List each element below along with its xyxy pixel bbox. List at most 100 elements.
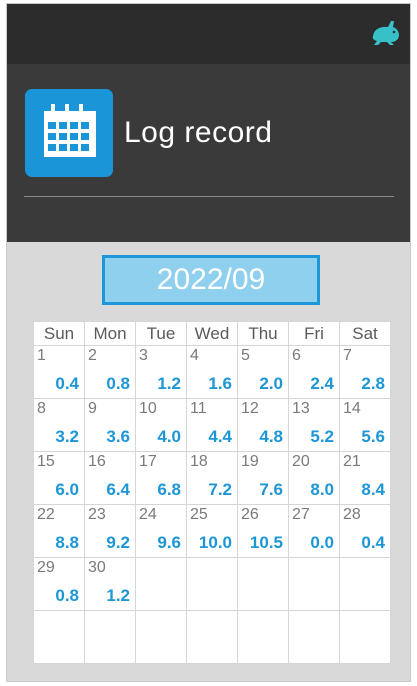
- weekday-sat: Sat: [339, 321, 391, 346]
- day-value: 2.0: [259, 374, 283, 393]
- app-frame: Log record 2022/09 Sun Mon Tue Wed Thu F…: [6, 3, 411, 682]
- day-number: 30: [88, 559, 106, 576]
- calendar-empty-cell: [135, 610, 187, 664]
- calendar-empty-cell: [186, 557, 238, 611]
- day-value: 5.2: [310, 427, 334, 446]
- calendar-day-cell[interactable]: 26 10.5: [237, 504, 289, 558]
- weekday-fri: Fri: [288, 321, 340, 346]
- calendar-day-cell[interactable]: 16 6.4: [84, 451, 136, 505]
- day-number: 16: [88, 453, 106, 470]
- day-value: 6.4: [106, 480, 130, 499]
- calendar-day-cell[interactable]: 17 6.8: [135, 451, 187, 505]
- calendar-day-cell[interactable]: 24 9.6: [135, 504, 187, 558]
- day-number: 15: [37, 453, 55, 470]
- day-value: 6.0: [55, 480, 79, 499]
- calendar-week-row: 29 0.8 30 1.2: [33, 557, 391, 611]
- top-bar: [7, 4, 410, 64]
- day-value: 4.8: [259, 427, 283, 446]
- day-value: 4.0: [157, 427, 181, 446]
- day-number: 8: [37, 400, 46, 417]
- calendar-day-cell[interactable]: 23 9.2: [84, 504, 136, 558]
- calendar-day-cell[interactable]: 7 2.8: [339, 345, 391, 399]
- day-number: 21: [343, 453, 361, 470]
- day-number: 17: [139, 453, 157, 470]
- calendar-day-cell[interactable]: 5 2.0: [237, 345, 289, 399]
- calendar-day-cell[interactable]: 29 0.8: [33, 557, 85, 611]
- day-number: 27: [292, 506, 310, 523]
- calendar-empty-cell: [135, 557, 187, 611]
- calendar-week-row: 22 8.8 23 9.2 24 9.6 25 10.0 26 10.5 27 0.0 28 0.4: [33, 504, 391, 558]
- day-value: 0.4: [361, 533, 385, 552]
- day-number: 2: [88, 347, 97, 364]
- calendar-day-cell[interactable]: 3 1.2: [135, 345, 187, 399]
- day-value: 8.0: [310, 480, 334, 499]
- day-value: 3.6: [106, 427, 130, 446]
- day-number: 1: [37, 347, 46, 364]
- month-selector-button[interactable]: 2022/09: [102, 255, 320, 305]
- calendar-icon: [25, 89, 113, 177]
- calendar-day-cell[interactable]: 12 4.8: [237, 398, 289, 452]
- calendar-week-row: [33, 610, 391, 664]
- day-value: 10.5: [249, 533, 283, 552]
- calendar-day-cell[interactable]: 22 8.8: [33, 504, 85, 558]
- day-number: 29: [37, 559, 55, 576]
- weekday-tue: Tue: [135, 321, 187, 346]
- calendar-empty-cell: [84, 610, 136, 664]
- day-number: 5: [241, 347, 250, 364]
- weekday-mon: Mon: [84, 321, 136, 346]
- calendar-day-cell[interactable]: 4 1.6: [186, 345, 238, 399]
- calendar-day-cell[interactable]: 25 10.0: [186, 504, 238, 558]
- calendar-day-cell[interactable]: 1 0.4: [33, 345, 85, 399]
- calendar-week-row: 1 0.4 2 0.8 3 1.2 4 1.6 5 2.0 6 2.4 7 2.8: [33, 345, 391, 399]
- calendar-day-cell[interactable]: 20 8.0: [288, 451, 340, 505]
- calendar-empty-cell: [339, 557, 391, 611]
- day-number: 3: [139, 347, 148, 364]
- day-value: 8.8: [55, 533, 79, 552]
- day-number: 26: [241, 506, 259, 523]
- calendar-day-cell[interactable]: 8 3.2: [33, 398, 85, 452]
- calendar-day-cell[interactable]: 30 1.2: [84, 557, 136, 611]
- calendar-empty-cell: [339, 610, 391, 664]
- calendar-empty-cell: [186, 610, 238, 664]
- calendar-empty-cell: [237, 610, 289, 664]
- day-number: 24: [139, 506, 157, 523]
- day-number: 4: [190, 347, 199, 364]
- day-number: 6: [292, 347, 301, 364]
- rabbit-logo-icon: [372, 21, 399, 45]
- calendar-day-cell[interactable]: 15 6.0: [33, 451, 85, 505]
- calendar-day-cell[interactable]: 6 2.4: [288, 345, 340, 399]
- day-number: 7: [343, 347, 352, 364]
- calendar-day-cell[interactable]: 10 4.0: [135, 398, 187, 452]
- weekday-header-row: Sun Mon Tue Wed Thu Fri Sat: [33, 321, 391, 346]
- day-value: 0.8: [106, 374, 130, 393]
- weekday-sun: Sun: [33, 321, 85, 346]
- calendar-day-cell[interactable]: 11 4.4: [186, 398, 238, 452]
- calendar-day-cell[interactable]: 27 0.0: [288, 504, 340, 558]
- header-divider: [24, 196, 394, 197]
- calendar-day-cell[interactable]: 28 0.4: [339, 504, 391, 558]
- day-number: 20: [292, 453, 310, 470]
- day-value: 1.6: [208, 374, 232, 393]
- calendar-day-cell[interactable]: 2 0.8: [84, 345, 136, 399]
- day-value: 8.4: [361, 480, 385, 499]
- calendar-day-cell[interactable]: 9 3.6: [84, 398, 136, 452]
- calendar-day-cell[interactable]: 18 7.2: [186, 451, 238, 505]
- calendar-empty-cell: [33, 610, 85, 664]
- day-value: 9.2: [106, 533, 130, 552]
- day-value: 0.8: [55, 586, 79, 605]
- day-number: 11: [190, 400, 207, 417]
- calendar-day-cell[interactable]: 14 5.6: [339, 398, 391, 452]
- day-number: 13: [292, 400, 310, 417]
- page-header: Log record: [7, 64, 410, 242]
- calendar-day-cell[interactable]: 21 8.4: [339, 451, 391, 505]
- page-title: Log record: [124, 116, 273, 149]
- calendar-day-cell[interactable]: 19 7.6: [237, 451, 289, 505]
- weekday-thu: Thu: [237, 321, 289, 346]
- day-number: 22: [37, 506, 55, 523]
- day-value: 4.4: [208, 427, 232, 446]
- day-number: 19: [241, 453, 259, 470]
- day-value: 9.6: [157, 533, 181, 552]
- calendar-day-cell[interactable]: 13 5.2: [288, 398, 340, 452]
- day-value: 7.2: [208, 480, 232, 499]
- day-number: 18: [190, 453, 208, 470]
